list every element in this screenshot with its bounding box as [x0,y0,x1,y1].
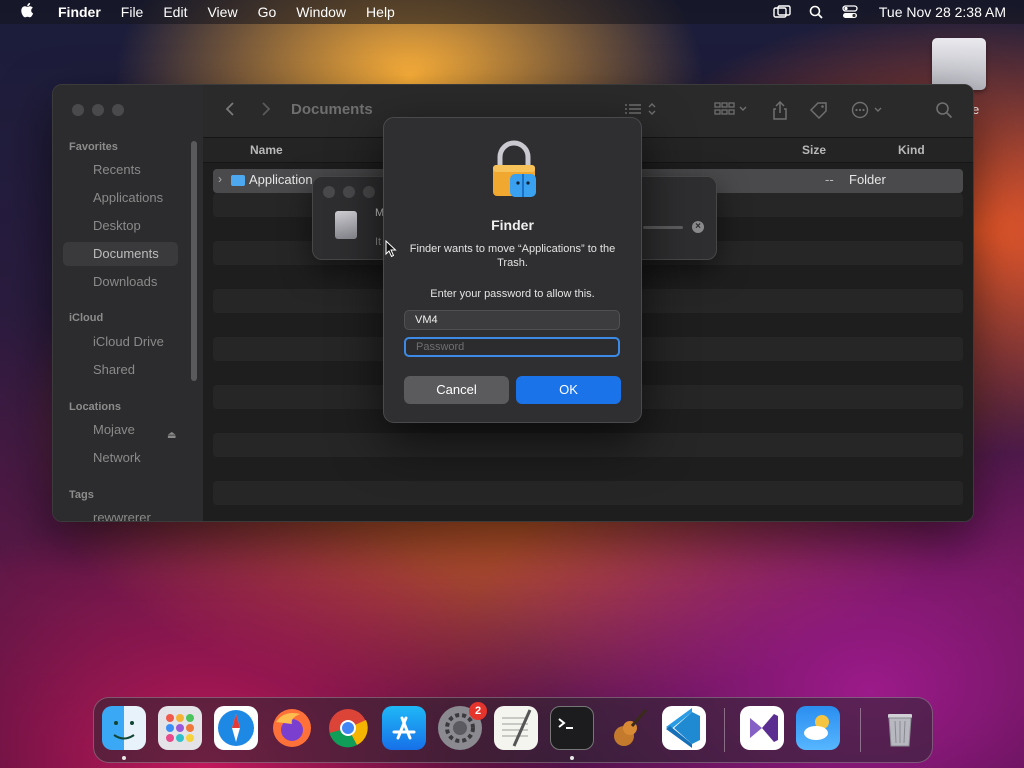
menu-bar: Finder File Edit View Go Window Help Tue… [0,0,1024,24]
disk-drive-icon[interactable] [932,38,986,90]
progress-detail: It [375,236,382,248]
firefox-app-icon[interactable] [270,706,314,750]
mouse-pointer-icon [385,240,397,258]
safari-app-icon[interactable] [214,706,258,750]
cancel-button[interactable]: Cancel [404,376,509,404]
empty-row [213,457,963,481]
password-field[interactable] [404,337,620,357]
control-center-icon[interactable] [839,4,861,20]
spotlight-search-icon[interactable] [805,4,827,20]
window-title: Documents [291,101,373,118]
notification-badge: 2 [469,702,487,720]
eject-icon[interactable]: ⏏ [167,424,176,448]
more-actions-icon[interactable] [851,101,885,121]
empty-row [213,433,963,457]
dock-separator [860,708,861,752]
minimize-window-button[interactable] [92,104,104,116]
share-icon[interactable] [771,100,789,121]
dialog-title: Finder [491,217,534,233]
running-indicator [122,756,126,760]
finder-app-icon[interactable] [102,706,146,750]
ok-button[interactable]: OK [516,376,621,404]
sidebar-item-recents[interactable]: Recents [63,158,178,182]
sidebar-item-desktop[interactable]: Desktop [63,214,178,238]
window-controls [72,104,124,116]
dialog-message: Finder wants to move “Applications” to t… [409,243,616,269]
menu-app-name[interactable]: Finder [58,4,101,20]
finder-sidebar: Favorites Recents Applications Desktop D… [53,85,203,521]
running-indicator [570,756,574,760]
group-by-icon[interactable] [713,101,749,121]
menu-file[interactable]: File [121,4,144,20]
sidebar-item-shared[interactable]: Shared [63,358,178,382]
disclosure-chevron-icon[interactable]: › [218,172,222,186]
garageband-app-icon[interactable] [606,706,650,750]
sidebar-item-documents[interactable]: Documents [63,242,178,266]
username-field[interactable]: VM4 [404,310,620,330]
trash-icon [335,211,357,239]
sidebar-scrollbar[interactable] [191,141,197,381]
column-name[interactable]: Name [250,143,283,157]
progress-bar [643,226,683,229]
textedit-app-icon[interactable] [494,706,538,750]
vscode-app-icon[interactable] [662,706,706,750]
lock-icon [493,140,536,197]
forward-arrow-icon[interactable] [261,101,271,121]
column-kind[interactable]: Kind [898,143,925,157]
menu-go[interactable]: Go [258,4,277,20]
stop-icon[interactable]: × [692,221,704,233]
back-arrow-icon[interactable] [225,101,235,121]
authentication-dialog: Finder Finder wants to move “Application… [383,117,642,423]
row-name: Application [249,172,313,187]
chrome-app-icon[interactable] [326,706,370,750]
sidebar-item-applications[interactable]: Applications [63,186,178,210]
sidebar-item-label: Mojave [93,422,135,437]
dock: 2 [93,697,933,763]
menu-window[interactable]: Window [296,4,346,20]
sidebar-item-icloud-drive[interactable]: iCloud Drive [63,330,178,354]
row-size: -- [825,172,834,187]
close-window-button[interactable] [323,186,335,198]
trash-app-icon[interactable] [878,706,922,750]
search-icon[interactable] [935,101,953,121]
zoom-window-button[interactable] [363,186,375,198]
menu-view[interactable]: View [207,4,237,20]
window-controls [323,186,375,198]
column-size[interactable]: Size [802,143,826,157]
apple-menu-icon[interactable] [18,2,36,23]
dock-separator [724,708,725,752]
close-window-button[interactable] [72,104,84,116]
sidebar-item-downloads[interactable]: Downloads [63,270,178,294]
sidebar-section-locations: Locations [69,401,121,413]
weather-app-icon[interactable] [796,706,840,750]
sidebar-section-tags: Tags [69,489,94,501]
sidebar-item-network[interactable]: Network [63,446,178,470]
dialog-prompt: Enter your password to allow this. [430,288,595,300]
sidebar-item-mojave[interactable]: Mojave ⏏ [63,418,178,442]
row-kind: Folder [849,172,886,187]
launchpad-app-icon[interactable] [158,706,202,750]
app-store-app-icon[interactable] [382,706,426,750]
menu-clock[interactable]: Tue Nov 28 2:38 AM [879,4,1006,20]
terminal-app-icon[interactable] [550,706,594,750]
folder-icon [231,175,245,186]
empty-row [213,481,963,505]
menu-edit[interactable]: Edit [163,4,187,20]
screen-mirroring-icon[interactable] [771,4,793,20]
sidebar-section-favorites: Favorites [69,141,118,153]
visual-studio-app-icon[interactable] [740,706,784,750]
minimize-window-button[interactable] [343,186,355,198]
tag-icon[interactable] [809,101,829,121]
menu-help[interactable]: Help [366,4,395,20]
zoom-window-button[interactable] [112,104,124,116]
sidebar-section-icloud: iCloud [69,312,104,324]
sidebar-item-tag[interactable]: rewwrerer [63,506,178,521]
